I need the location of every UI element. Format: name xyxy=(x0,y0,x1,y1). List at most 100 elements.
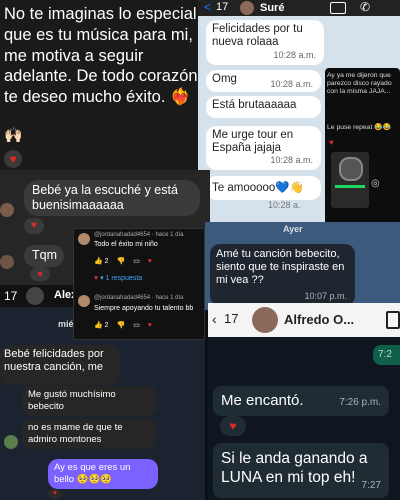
chat-header: ‹ 17 Alfredo O... xyxy=(208,303,400,337)
camera-icon[interactable]: ◎ xyxy=(371,178,380,189)
reply-text: Tqm xyxy=(32,248,57,262)
music-player-thumbnail[interactable] xyxy=(331,152,369,208)
message-text: Bebé felicidades por nuestra canción, me xyxy=(4,348,104,373)
like-count: 2 xyxy=(104,258,109,265)
message-time: 7:26 p.m. xyxy=(339,397,381,408)
message-time: 10:07 p.m. xyxy=(304,291,347,301)
message-text: Está brutaaaaaa xyxy=(212,99,297,111)
message-text: Si le anda ganando a LUNA en mi top eh! xyxy=(221,450,368,486)
message-text: Te amooooo💙👋 xyxy=(212,182,304,194)
video-call-icon[interactable] xyxy=(330,2,346,14)
date-label: Ayer xyxy=(283,224,303,234)
story-text: No te imaginas lo especial que es tu mús… xyxy=(4,4,204,108)
message-text: Felicidades por tu nueva rolaaa xyxy=(212,23,303,48)
message-bubble: Si le anda ganando a LUNA en mi top eh! … xyxy=(213,443,389,498)
heart-reaction-icon[interactable]: ♥ xyxy=(48,489,62,499)
message-bubble: Felicidades por tu nueva rolaaa 10:28 a.… xyxy=(206,20,324,65)
view-replies-link[interactable]: ♥ ▾ 1 respuesta xyxy=(94,274,142,282)
album-art-icon xyxy=(339,157,363,181)
heart-icon: ♥ xyxy=(147,322,152,329)
heart-reaction-icon[interactable]: ♥ xyxy=(24,218,44,234)
heart-icon: ♥ xyxy=(94,275,99,282)
message-text: Amé tu canción bebecito, siento que te i… xyxy=(216,248,345,286)
alfredo-chat-panel: ‹ 17 Alfredo O... 7:2 Me encantó. 7:26 p… xyxy=(208,303,400,500)
reply-bubble: Bebé ya la escuché y está buenisimaaaaaa xyxy=(24,180,200,216)
message-time: 10:28 a.m. xyxy=(270,79,313,89)
message-bubble: Me encantó. 7:26 p.m. xyxy=(213,386,389,416)
message-text: Me urge tour en España jajaja xyxy=(212,129,294,154)
video-call-icon[interactable] xyxy=(386,311,400,329)
message-bubble: Te amooooo💙👋 xyxy=(206,176,321,200)
date-label: mié xyxy=(58,319,74,329)
comment-text: Todo el éxito mi niño xyxy=(94,241,158,248)
avatar[interactable] xyxy=(240,1,254,15)
avatar[interactable] xyxy=(78,233,90,245)
avatar[interactable] xyxy=(26,287,44,305)
message-time: 10:28 a.m. xyxy=(273,50,316,60)
comment-text: Siempre apoyando tu talento bb xyxy=(94,305,194,312)
heart-fire-emoji-icon: ❤️‍🔥 xyxy=(170,88,191,107)
reply-text: Bebé ya la escuché y está buenisimaaaaaa xyxy=(32,183,178,212)
chat-header: < 17 Suré ✆ xyxy=(198,0,400,16)
message-time: 10:28 a. xyxy=(268,200,301,210)
message-text: Me gustó muchísimo bebecito xyxy=(28,389,116,412)
avatar[interactable] xyxy=(252,307,278,333)
back-count: 17 xyxy=(224,311,239,326)
message-bubble: no es mame de que te admiro montones xyxy=(22,419,157,449)
progress-bar xyxy=(335,185,365,188)
heart-reaction-icon[interactable]: ♥ xyxy=(4,150,22,168)
message-bubble: Está brutaaaaaa xyxy=(206,96,321,118)
ayer-chat-panel: Ayer Amé tu canción bebecito, siento que… xyxy=(205,222,400,310)
comment-card: @jordanahadad4654 · hace 1 día Todo el é… xyxy=(73,228,205,340)
inset-screenshot: Ay ya me dijeron que parezco disco rayad… xyxy=(325,68,400,228)
avatar[interactable] xyxy=(78,295,90,307)
message-text: no es mame de que te admiro montones xyxy=(28,422,123,445)
message-bubble: Amé tu canción bebecito, siento que te i… xyxy=(210,244,355,306)
back-count: 17 xyxy=(4,289,18,303)
message-text: Omg xyxy=(212,73,237,85)
thumbs-down-icon[interactable]: 👎 xyxy=(117,322,126,329)
back-icon[interactable]: ‹ xyxy=(212,311,217,327)
story-panel: No te imaginas lo especial que es tu mús… xyxy=(0,0,205,175)
chat-title: Suré xyxy=(260,2,285,14)
thumbs-down-icon[interactable]: 👎 xyxy=(117,258,126,265)
story-message: No te imaginas lo especial que es tu mús… xyxy=(4,5,198,107)
message-time: 7:27 xyxy=(361,480,381,491)
heart-reaction-icon[interactable]: ♥ xyxy=(30,267,50,281)
message-bubble-sent: Ay es que eres un bello 🥺🥺🥺 xyxy=(48,459,158,489)
heart-reaction-icon[interactable]: ♥ xyxy=(220,416,246,436)
inset-message: Le puse repeat 😂😂 xyxy=(327,124,392,131)
raised-hands-emoji-icon: 🙌🏻 xyxy=(4,127,23,144)
heart-icon: ♥ xyxy=(147,258,152,265)
chevron-down-icon: ▾ xyxy=(100,275,104,282)
chat-title: Alfredo O... xyxy=(284,312,355,327)
avatar[interactable] xyxy=(4,435,18,449)
thumbs-up-icon: 👍 xyxy=(94,322,103,329)
message-time: 10:28 a.m. xyxy=(270,155,313,165)
inset-message: Ay ya me dijeron que parezco disco rayad… xyxy=(327,72,392,95)
message-bubble: Me gustó muchísimo bebecito xyxy=(22,386,157,416)
like-count: 2 xyxy=(104,322,109,329)
replies-label: 1 respuesta xyxy=(105,275,143,282)
comment-meta: @jordanahadad4654 · hace 1 día xyxy=(94,295,184,301)
like-button[interactable]: 👍 2 👎 ▭ ♥ xyxy=(94,257,152,265)
reply-icon[interactable]: ▭ xyxy=(133,258,140,265)
like-button[interactable]: 👍 2 👎 ▭ ♥ xyxy=(94,321,152,329)
avatar[interactable] xyxy=(0,203,14,217)
thumbs-up-icon: 👍 xyxy=(94,258,103,265)
message-bubble: Omg 10:28 a.m. xyxy=(206,70,321,92)
heart-icon: ♥ xyxy=(329,138,334,147)
back-count: 17 xyxy=(216,1,229,13)
message-text: Ay es que eres un bello 🥺🥺🥺 xyxy=(54,462,131,485)
avatar[interactable] xyxy=(0,255,14,269)
reply-bubble: Tqm xyxy=(24,245,64,267)
message-bubble: Bebé felicidades por nuestra canción, me xyxy=(0,345,120,385)
message-bubble: Me urge tour en España jajaja 10:28 a.m. xyxy=(206,126,321,170)
phone-icon[interactable]: ✆ xyxy=(360,0,370,14)
reply-icon[interactable]: ▭ xyxy=(133,322,140,329)
comment-meta: @jordanahadad4654 · hace 1 día xyxy=(94,232,184,238)
profile-strip: 17 Alex xyxy=(0,285,77,307)
message-time: 7:2 xyxy=(373,345,400,365)
back-icon[interactable]: < xyxy=(204,0,211,14)
message-text: Me encantó. xyxy=(221,392,304,409)
